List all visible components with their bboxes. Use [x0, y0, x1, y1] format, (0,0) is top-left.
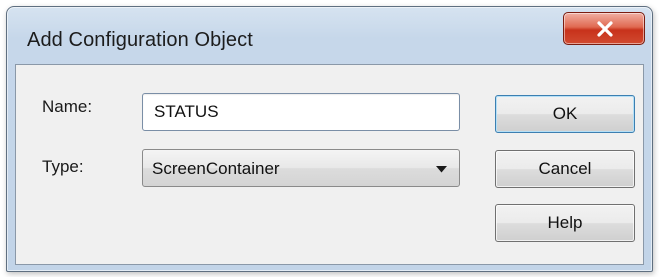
type-dropdown[interactable]: ScreenContainer — [142, 149, 460, 187]
ok-button[interactable]: OK — [495, 95, 635, 133]
dialog-title: Add Configuration Object — [27, 29, 253, 51]
close-x-icon — [597, 21, 613, 37]
cancel-button[interactable]: Cancel — [495, 150, 635, 188]
type-dropdown-value: ScreenContainer — [152, 159, 280, 178]
chevron-down-icon — [436, 166, 447, 173]
name-input[interactable] — [142, 93, 460, 131]
dialog-window: Add Configuration Object Name: Type: Scr… — [6, 6, 653, 272]
help-button[interactable]: Help — [495, 204, 635, 242]
name-label: Name: — [42, 97, 93, 116]
type-label: Type: — [42, 157, 84, 176]
dialog-body: Name: Type: ScreenContainer OK Cancel He… — [15, 64, 644, 265]
close-button[interactable] — [563, 12, 645, 45]
